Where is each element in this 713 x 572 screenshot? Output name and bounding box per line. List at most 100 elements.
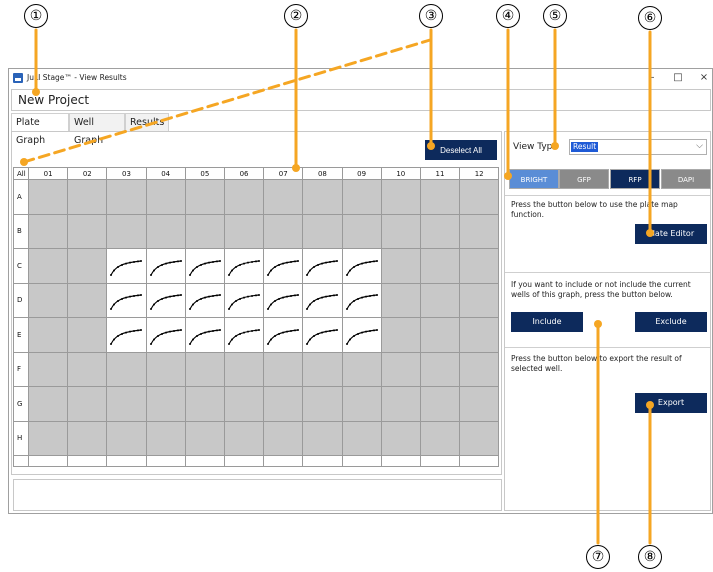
well-C12[interactable] xyxy=(459,248,500,284)
well-D11[interactable] xyxy=(419,282,461,318)
well-F10[interactable] xyxy=(380,351,421,387)
well-D05[interactable] xyxy=(184,282,225,318)
well-B07[interactable] xyxy=(263,213,304,249)
minimize-button[interactable]: – xyxy=(645,72,659,83)
well-F06[interactable] xyxy=(223,351,265,387)
well-A11[interactable] xyxy=(419,179,461,215)
well-F11[interactable] xyxy=(419,351,461,387)
well-A01[interactable] xyxy=(27,179,69,215)
well-E06[interactable] xyxy=(223,317,265,353)
well-E11[interactable] xyxy=(419,317,461,353)
well-C10[interactable] xyxy=(380,248,421,284)
tab-results[interactable]: Results xyxy=(125,113,169,131)
well-C06[interactable] xyxy=(223,248,265,284)
well-G03[interactable] xyxy=(106,386,147,422)
well-B02[interactable] xyxy=(67,213,108,249)
well-D01[interactable] xyxy=(27,282,69,318)
well-G05[interactable] xyxy=(184,386,225,422)
column-header-12[interactable]: 12 xyxy=(459,167,500,180)
row-header-G[interactable]: G xyxy=(13,386,29,422)
well-G12[interactable] xyxy=(459,386,500,422)
well-H02[interactable] xyxy=(67,420,108,456)
export-button[interactable]: Export xyxy=(635,393,707,413)
row-header-H[interactable]: H xyxy=(13,420,29,456)
well-B11[interactable] xyxy=(419,213,461,249)
row-header-F[interactable]: F xyxy=(13,351,29,387)
well-E05[interactable] xyxy=(184,317,225,353)
well-C08[interactable] xyxy=(302,248,343,284)
well-F02[interactable] xyxy=(67,351,108,387)
well-C07[interactable] xyxy=(263,248,304,284)
well-B01[interactable] xyxy=(27,213,69,249)
column-header-02[interactable]: 02 xyxy=(67,167,108,180)
well-H08[interactable] xyxy=(302,420,343,456)
well-B09[interactable] xyxy=(341,213,382,249)
well-E01[interactable] xyxy=(27,317,69,353)
well-G07[interactable] xyxy=(263,386,304,422)
well-A12[interactable] xyxy=(459,179,500,215)
row-header-C[interactable]: C xyxy=(13,248,29,284)
well-B05[interactable] xyxy=(184,213,225,249)
well-F03[interactable] xyxy=(106,351,147,387)
well-A03[interactable] xyxy=(106,179,147,215)
well-G10[interactable] xyxy=(380,386,421,422)
well-H05[interactable] xyxy=(184,420,225,456)
well-F08[interactable] xyxy=(302,351,343,387)
well-D02[interactable] xyxy=(67,282,108,318)
filter-dapi-button[interactable]: DAPI xyxy=(661,169,711,189)
well-D07[interactable] xyxy=(263,282,304,318)
tab-well-graph[interactable]: Well Graph xyxy=(69,113,125,146)
well-A05[interactable] xyxy=(184,179,225,215)
well-H07[interactable] xyxy=(263,420,304,456)
well-A06[interactable] xyxy=(223,179,265,215)
well-B03[interactable] xyxy=(106,213,147,249)
column-header-06[interactable]: 06 xyxy=(223,167,265,180)
well-C05[interactable] xyxy=(184,248,225,284)
row-header-E[interactable]: E xyxy=(13,317,29,353)
well-H10[interactable] xyxy=(380,420,421,456)
deselect-all-button[interactable]: Deselect All xyxy=(425,140,497,160)
well-B08[interactable] xyxy=(302,213,343,249)
well-C03[interactable] xyxy=(106,248,147,284)
column-header-05[interactable]: 05 xyxy=(184,167,225,180)
well-F01[interactable] xyxy=(27,351,69,387)
include-button[interactable]: Include xyxy=(511,312,583,332)
column-header-04[interactable]: 04 xyxy=(145,167,186,180)
well-B04[interactable] xyxy=(145,213,186,249)
well-A04[interactable] xyxy=(145,179,186,215)
column-header-01[interactable]: 01 xyxy=(27,167,69,180)
well-F09[interactable] xyxy=(341,351,382,387)
well-D04[interactable] xyxy=(145,282,186,318)
column-header-03[interactable]: 03 xyxy=(106,167,147,180)
well-H01[interactable] xyxy=(27,420,69,456)
filter-bright-button[interactable]: BRIGHT xyxy=(509,169,559,189)
well-H04[interactable] xyxy=(145,420,186,456)
well-B10[interactable] xyxy=(380,213,421,249)
well-H03[interactable] xyxy=(106,420,147,456)
well-F12[interactable] xyxy=(459,351,500,387)
well-F04[interactable] xyxy=(145,351,186,387)
well-G06[interactable] xyxy=(223,386,265,422)
row-header-B[interactable]: B xyxy=(13,213,29,249)
well-E03[interactable] xyxy=(106,317,147,353)
well-C01[interactable] xyxy=(27,248,69,284)
well-H09[interactable] xyxy=(341,420,382,456)
select-all-cell[interactable]: All xyxy=(13,167,29,180)
well-E10[interactable] xyxy=(380,317,421,353)
exclude-button[interactable]: Exclude xyxy=(635,312,707,332)
well-C09[interactable] xyxy=(341,248,382,284)
well-G01[interactable] xyxy=(27,386,69,422)
well-D06[interactable] xyxy=(223,282,265,318)
column-header-11[interactable]: 11 xyxy=(419,167,461,180)
well-A02[interactable] xyxy=(67,179,108,215)
well-C04[interactable] xyxy=(145,248,186,284)
well-A10[interactable] xyxy=(380,179,421,215)
well-H11[interactable] xyxy=(419,420,461,456)
column-header-10[interactable]: 10 xyxy=(380,167,421,180)
well-D08[interactable] xyxy=(302,282,343,318)
well-H12[interactable] xyxy=(459,420,500,456)
well-A08[interactable] xyxy=(302,179,343,215)
well-C11[interactable] xyxy=(419,248,461,284)
well-E09[interactable] xyxy=(341,317,382,353)
tab-plate-graph[interactable]: Plate Graph xyxy=(11,113,69,146)
